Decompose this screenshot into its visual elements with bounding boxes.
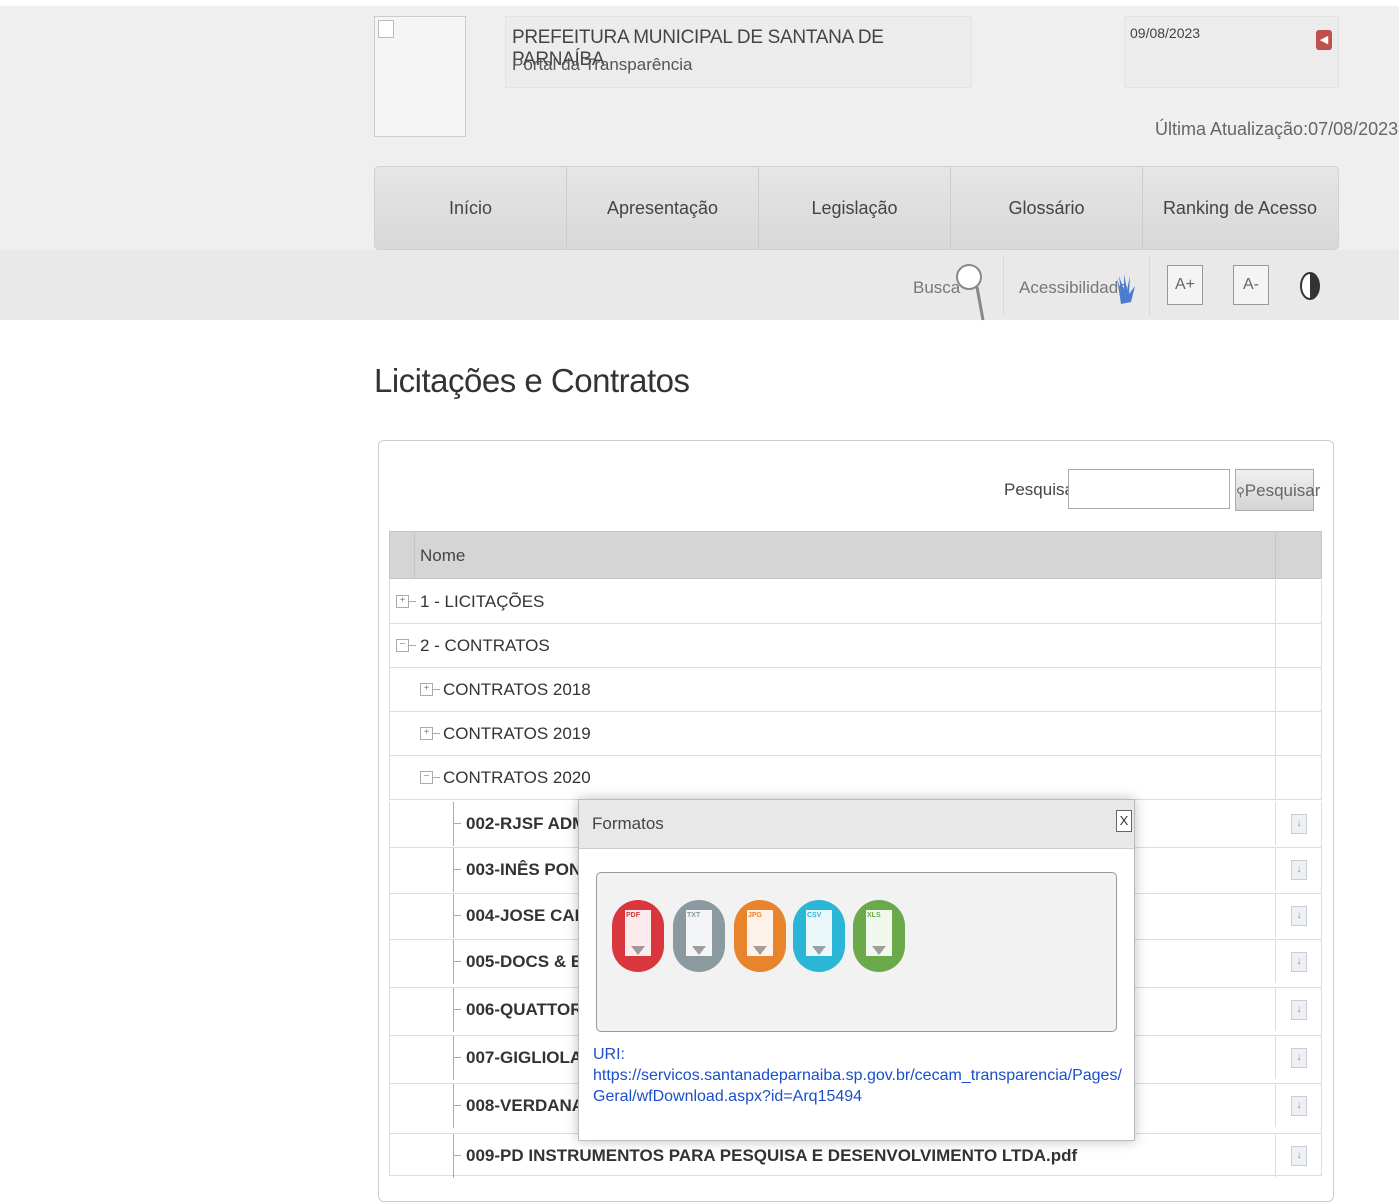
tree-row-contratos-2020[interactable]: − CONTRATOS 2020 <box>389 756 1322 800</box>
header-date-box: 09/08/2023 <box>1124 16 1339 88</box>
download-icon[interactable]: ↓ <box>1291 1146 1307 1166</box>
contrast-icon[interactable] <box>1299 271 1321 301</box>
header-title-box: PREFEITURA MUNICIPAL DE SANTANA DE PARNA… <box>505 16 972 88</box>
xls-format-button[interactable]: XLS <box>853 900 905 972</box>
table-header: Nome <box>389 531 1322 579</box>
nav-legislacao[interactable]: Legislação <box>759 167 951 249</box>
toolbar-divider <box>1003 255 1004 315</box>
download-arrow-icon <box>872 946 886 955</box>
dialog-title: Formatos <box>592 814 664 833</box>
download-icon[interactable]: ↓ <box>1291 814 1307 834</box>
exit-icon[interactable]: ◀ <box>1316 30 1332 50</box>
csv-format-button[interactable]: CSV <box>793 900 845 972</box>
search-button[interactable]: ⚲Pesquisar <box>1235 469 1320 511</box>
download-icon[interactable]: ↓ <box>1291 1000 1307 1020</box>
uri-label: URI: <box>593 1046 625 1063</box>
download-icon[interactable]: ↓ <box>1291 952 1307 972</box>
page-title: Licitações e Contratos <box>374 362 690 399</box>
csv-format-label: CSV <box>807 912 822 919</box>
search-button-label: Pesquisar <box>1244 481 1321 500</box>
accessibility-label: Acessibilidade <box>1019 278 1128 297</box>
close-button[interactable]: X <box>1116 810 1132 832</box>
dialog-header: Formatos X <box>579 800 1134 849</box>
nav-apresentacao[interactable]: Apresentação <box>567 167 759 249</box>
download-icon[interactable]: ↓ <box>1291 1096 1307 1116</box>
tree-row-contratos-2019[interactable]: + CONTRATOS 2019 <box>389 712 1322 756</box>
column-nome[interactable]: Nome <box>420 546 465 566</box>
download-icon[interactable]: ↓ <box>1291 860 1307 880</box>
font-increase-button[interactable]: A+ <box>1167 265 1203 305</box>
nav-inicio[interactable]: Início <box>375 167 567 249</box>
search-input[interactable] <box>1068 469 1230 509</box>
tree-label: CONTRATOS 2018 <box>443 680 591 699</box>
tree-label: CONTRATOS 2019 <box>443 724 591 743</box>
txt-format-label: TXT <box>687 912 701 919</box>
main-nav: Início Apresentação Legislação Glossário… <box>374 166 1339 250</box>
broken-image-icon <box>378 20 394 38</box>
toolbar-divider <box>1149 255 1150 315</box>
magnifier-icon <box>956 264 985 321</box>
tree-label: 2 - CONTRATOS <box>420 636 550 655</box>
download-arrow-icon <box>631 946 645 955</box>
file-name: 009-PD INSTRUMENTOS PARA PESQUISA E DESE… <box>466 1146 1078 1165</box>
sign-language-icon <box>1117 274 1135 304</box>
tree-row-contratos-2018[interactable]: + CONTRATOS 2018 <box>389 668 1322 712</box>
tree-label: 1 - LICITAÇÕES <box>420 592 545 611</box>
download-arrow-icon <box>812 946 826 955</box>
tree-row-licitacoes[interactable]: + 1 - LICITAÇÕES <box>389 580 1322 624</box>
txt-format-button[interactable]: TXT <box>673 900 725 972</box>
download-icon[interactable]: ↓ <box>1291 1048 1307 1068</box>
nav-glossario[interactable]: Glossário <box>951 167 1143 249</box>
top-edge <box>0 0 1399 6</box>
tree-row-contratos[interactable]: − 2 - CONTRATOS <box>389 624 1322 668</box>
uri-link[interactable]: https://servicos.santanadeparnaiba.sp.go… <box>593 1065 1125 1107</box>
header-date: 09/08/2023 <box>1130 25 1201 41</box>
last-update: Última Atualização:07/08/2023 <box>1155 119 1399 139</box>
logo-image <box>374 16 466 137</box>
download-arrow-icon <box>753 946 767 955</box>
header-subtitle: Portal da Transparência <box>512 55 693 74</box>
download-icon[interactable]: ↓ <box>1291 906 1307 926</box>
nav-ranking-de-acesso[interactable]: Ranking de Acesso <box>1143 167 1337 249</box>
jpg-format-button[interactable]: JPG <box>734 900 786 972</box>
download-arrow-icon <box>692 946 706 955</box>
tree-label: CONTRATOS 2020 <box>443 768 591 787</box>
xls-format-label: XLS <box>867 912 881 919</box>
pdf-format-label: PDF <box>626 912 640 919</box>
formats-dialog: Formatos X PDF TXT JPG CSV XLS URI: http… <box>578 799 1135 1141</box>
search-small-icon: ⚲ <box>1236 485 1245 499</box>
uri-block: URI: https://servicos.santanadeparnaiba.… <box>593 1044 1125 1107</box>
jpg-format-label: JPG <box>748 912 763 919</box>
font-decrease-button[interactable]: A- <box>1233 265 1269 305</box>
pdf-format-button[interactable]: PDF <box>612 900 664 972</box>
